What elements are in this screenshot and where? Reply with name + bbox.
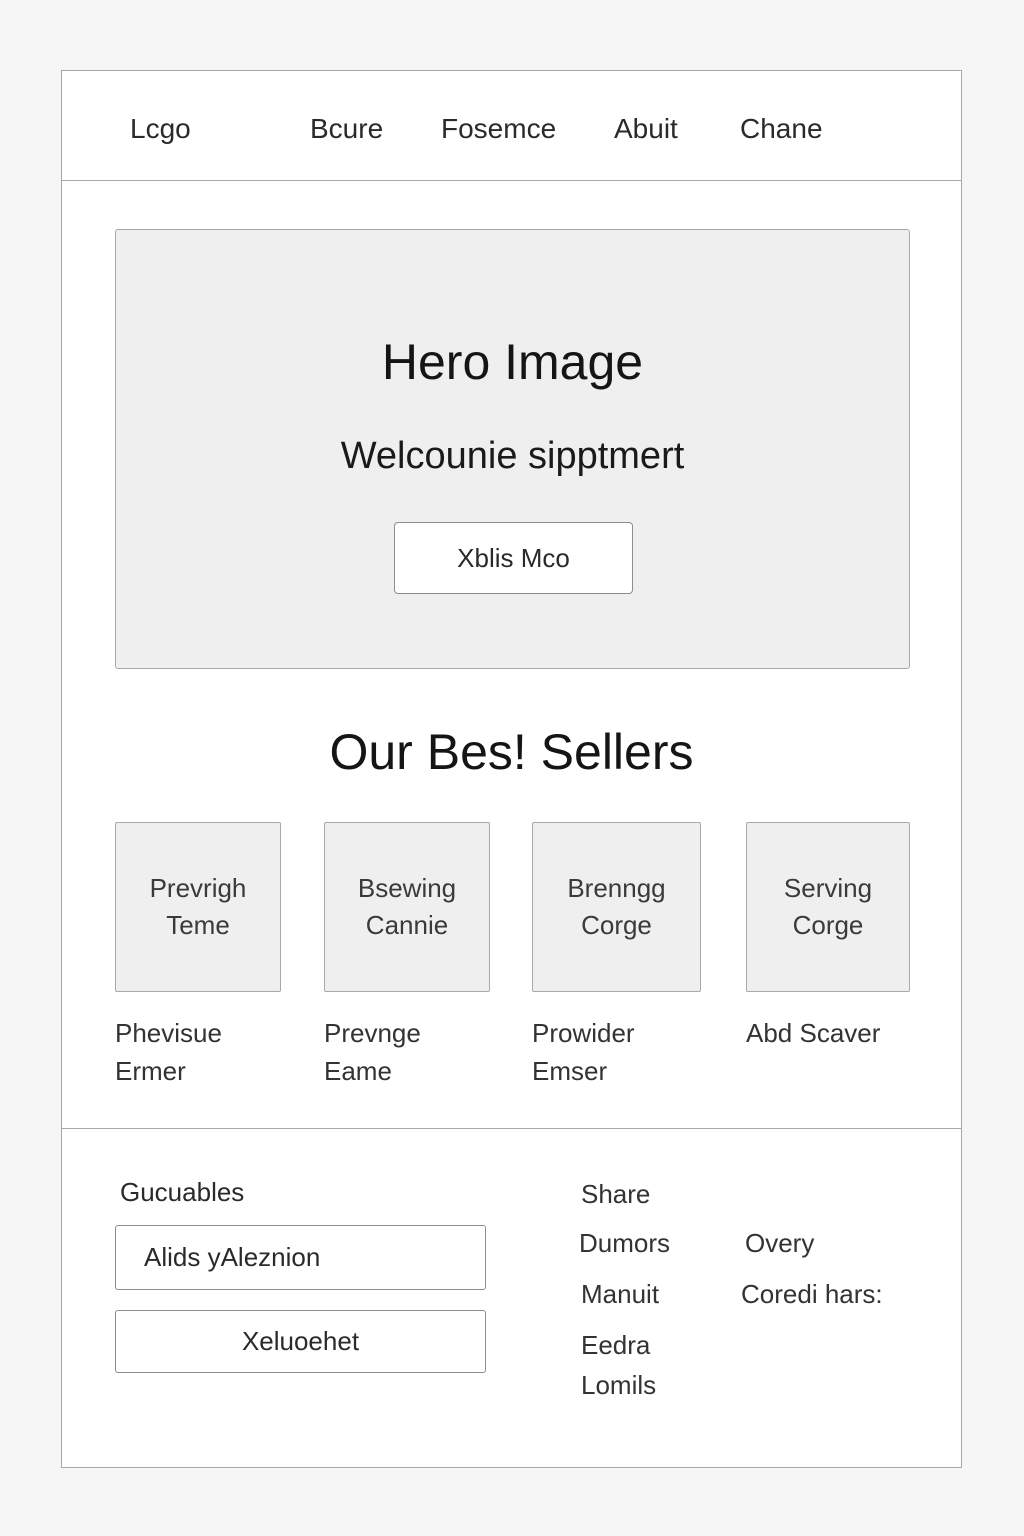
- product-caption-line1: Phevisue: [115, 1018, 222, 1048]
- product-caption-line1: Prowider: [532, 1018, 635, 1048]
- product-caption: Phevisue Ermer: [115, 1014, 281, 1090]
- footer-link[interactable]: Dumors: [579, 1228, 670, 1259]
- product-image-label-line2: Teme: [166, 910, 230, 940]
- page-frame: Lcgo Bcure Fosemce Abuit Chane Hero Imag…: [61, 70, 962, 1468]
- product-image[interactable]: Prevrigh Teme: [115, 822, 281, 992]
- footer-link[interactable]: Coredi hars:: [741, 1279, 883, 1310]
- product-card-4[interactable]: Serving Corge Abd Scaver: [746, 822, 910, 1052]
- nav-link-3[interactable]: Abuit: [614, 113, 678, 145]
- hero-subtitle: Welcounie sipptmert: [340, 435, 685, 477]
- footer-link[interactable]: Overy: [745, 1228, 814, 1259]
- newsletter-heading: Gucuables: [120, 1177, 245, 1207]
- product-caption: Prowider Emser: [532, 1014, 701, 1090]
- hero-cta-button[interactable]: Xblis Mco: [394, 522, 633, 594]
- product-image-label-line2: Cannie: [365, 910, 449, 940]
- footer-link[interactable]: Manuit: [581, 1279, 659, 1310]
- product-image-label-line1: Bsewing: [357, 873, 457, 903]
- product-image-label-line1: Brenngg: [567, 873, 666, 903]
- product-caption-line1: Abd Scaver: [746, 1018, 881, 1048]
- product-image[interactable]: Serving Corge: [746, 822, 910, 992]
- product-image-label-line2: Corge: [792, 910, 864, 940]
- logo[interactable]: Lcgo: [130, 113, 191, 145]
- hero-banner: Hero Image Welcounie sipptmert Xblis Mco: [115, 229, 910, 669]
- newsletter-input[interactable]: [115, 1225, 486, 1290]
- product-caption: Abd Scaver: [746, 1014, 910, 1052]
- product-image-label-line2: Corge: [581, 910, 652, 940]
- product-caption-line2: Ermer: [115, 1056, 186, 1086]
- product-image[interactable]: Bsewing Cannie: [324, 822, 490, 992]
- product-caption-line2: Eame: [324, 1056, 392, 1086]
- product-image-label-line1: Serving: [783, 873, 873, 903]
- share-label: Share: [581, 1179, 651, 1209]
- product-card-2[interactable]: Bsewing Cannie Prevnge Eame: [324, 822, 490, 1090]
- product-image[interactable]: Brenngg Corge: [532, 822, 701, 992]
- nav-link-4[interactable]: Chane: [740, 113, 823, 145]
- product-card-1[interactable]: Prevrigh Teme Phevisue Ermer: [115, 822, 281, 1090]
- product-card-3[interactable]: Brenngg Corge Prowider Emser: [532, 822, 701, 1090]
- footer-divider: [62, 1128, 961, 1129]
- best-sellers-title: Our Bes! Sellers: [329, 724, 694, 780]
- footer-link[interactable]: Lomils: [581, 1370, 656, 1401]
- product-image-label-line1: Prevrigh: [149, 873, 247, 903]
- product-caption: Prevnge Eame: [324, 1014, 490, 1090]
- footer-link[interactable]: Eedra: [581, 1330, 650, 1361]
- product-caption-line1: Prevnge: [324, 1018, 421, 1048]
- top-nav: Lcgo Bcure Fosemce Abuit Chane: [62, 71, 961, 181]
- nav-link-1[interactable]: Bcure: [310, 113, 383, 145]
- hero-title: Hero Image: [381, 334, 644, 390]
- product-caption-line2: Emser: [532, 1056, 608, 1086]
- nav-link-2[interactable]: Fosemce: [441, 113, 556, 145]
- newsletter-submit-button[interactable]: Xeluoehet: [115, 1310, 486, 1373]
